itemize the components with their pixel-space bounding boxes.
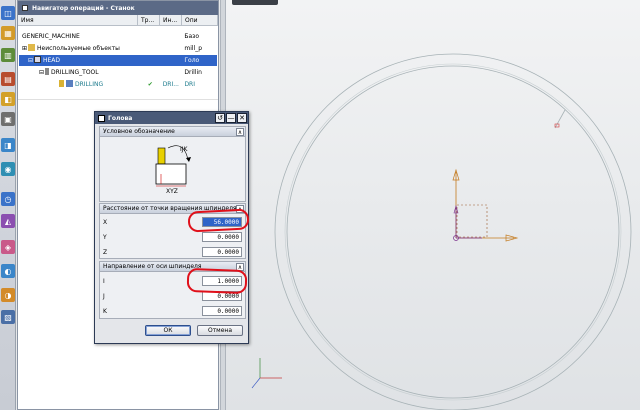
row-name: ⊟ DRILLING_TOOL bbox=[19, 67, 138, 78]
field-label: I bbox=[103, 277, 105, 285]
ok-button[interactable]: ОК bbox=[145, 325, 191, 336]
field-label: K bbox=[103, 307, 107, 315]
y-input[interactable] bbox=[202, 232, 242, 242]
row-tool bbox=[160, 31, 182, 42]
graphics-viewport[interactable] bbox=[220, 0, 640, 410]
tree-row-drilling-tool[interactable]: ⊟ DRILLING_TOOL Drillin bbox=[19, 67, 217, 78]
assembly-icon[interactable]: ▦ bbox=[1, 26, 15, 40]
row-path bbox=[138, 67, 160, 78]
palette-icon[interactable]: ◈ bbox=[1, 240, 15, 254]
roles-icon[interactable]: ◐ bbox=[1, 264, 15, 278]
column-path[interactable]: Тр... bbox=[138, 15, 160, 25]
head-icon bbox=[34, 56, 41, 63]
close-icon[interactable]: ✕ bbox=[237, 113, 247, 123]
head-body-shape bbox=[155, 163, 187, 185]
dialog-title: Голова bbox=[108, 114, 133, 122]
drilling-operation-icon bbox=[66, 80, 73, 87]
row-tool bbox=[160, 43, 182, 54]
row-name: GENERIC_MACHINE bbox=[22, 33, 80, 40]
navigator-title-bar: Навигатор операций - Станок bbox=[18, 1, 218, 15]
navigator-title: Навигатор операций - Станок bbox=[32, 4, 135, 12]
people-icon[interactable]: ◑ bbox=[1, 288, 15, 302]
program-order-icon[interactable]: ▤ bbox=[1, 72, 15, 86]
row-path bbox=[138, 31, 160, 42]
resource-toolbar: ◫ ▦ ▥ ▤ ◧ ▣ ◨ ◉ ◷ ◭ ◈ ◐ ◑ ▧ bbox=[0, 0, 16, 410]
column-name[interactable]: Имя bbox=[18, 15, 138, 25]
tree-row-drilling[interactable]: DRILLING ✔ DRI... DRI bbox=[19, 79, 217, 90]
row-path bbox=[138, 43, 160, 54]
section-title: Направление от оси шпинделя bbox=[103, 263, 202, 270]
annotation-circle-x bbox=[187, 208, 250, 233]
wcs-z-axis bbox=[251, 377, 261, 389]
annotation-circle-i bbox=[186, 267, 248, 295]
row-label: HEAD bbox=[43, 57, 61, 64]
method-icon[interactable]: ▣ bbox=[1, 112, 15, 126]
ring-notch bbox=[554, 109, 566, 129]
field-y: Y bbox=[103, 231, 242, 243]
dialog-window-controls: ↺ — ✕ bbox=[215, 113, 247, 123]
tool-holder-shape bbox=[157, 147, 166, 165]
row-desc: DRI bbox=[184, 81, 195, 88]
head-bounding-box bbox=[456, 204, 488, 238]
row-name: DRILLING bbox=[19, 79, 138, 90]
outer-ring-edge bbox=[274, 53, 632, 410]
reset-icon[interactable]: ↺ bbox=[215, 113, 225, 123]
process-icon[interactable]: ◭ bbox=[1, 214, 15, 228]
row-name: ⊟ HEAD bbox=[19, 55, 138, 66]
rotation-arrow-icon bbox=[186, 157, 191, 162]
section-header[interactable]: Условное обозначение ∧ bbox=[100, 127, 245, 137]
tool-view-icon[interactable]: ◨ bbox=[1, 138, 15, 152]
row-tool: DRI... bbox=[162, 81, 179, 88]
section-title: Условное обозначение bbox=[103, 128, 175, 135]
row-desc: Голо bbox=[184, 57, 200, 64]
row-desc: mill_p bbox=[184, 45, 202, 52]
minimize-icon[interactable]: — bbox=[226, 113, 236, 123]
field-label: X bbox=[103, 218, 108, 226]
row-label: DRILLING bbox=[75, 81, 104, 88]
cancel-button[interactable]: Отмена bbox=[197, 325, 243, 336]
row-desc: Базо bbox=[184, 33, 199, 40]
xyz-label: XYZ bbox=[166, 188, 178, 195]
status-check-icon: ✔ bbox=[147, 81, 153, 88]
tree-row-generic-machine[interactable]: GENERIC_MACHINE Базо bbox=[19, 31, 217, 42]
collapse-up-icon[interactable]: ∧ bbox=[236, 128, 244, 136]
tree-row-unused-items[interactable]: ⊞ Неиспользуемые объекты mill_p bbox=[19, 43, 217, 54]
navigator-icon[interactable]: ◫ bbox=[1, 6, 15, 20]
z-input[interactable] bbox=[202, 247, 242, 257]
geometry-icon[interactable]: ◧ bbox=[1, 92, 15, 106]
lock-icon bbox=[59, 80, 64, 87]
navigator-column-header: Имя Тр... Ин... Опи bbox=[18, 15, 218, 26]
ijk-label: IJK bbox=[180, 146, 189, 153]
column-description[interactable]: Опи bbox=[182, 15, 218, 25]
row-label: DRILLING_TOOL bbox=[51, 69, 99, 76]
head-symbol-diagram: IJK XYZ bbox=[155, 145, 191, 195]
row-label: Неиспользуемые объекты bbox=[37, 45, 120, 52]
history-icon[interactable]: ◷ bbox=[1, 192, 15, 206]
row-name: ⊞ Неиспользуемые объекты bbox=[19, 43, 138, 54]
field-label: J bbox=[103, 292, 105, 300]
tree-row-head[interactable]: ⊟ HEAD Голо bbox=[19, 55, 217, 66]
symbol-section: Условное обозначение ∧ IJK XYZ bbox=[99, 126, 246, 202]
system-icon[interactable]: ▧ bbox=[1, 310, 15, 324]
viewport-canvas bbox=[251, 53, 632, 410]
row-tool bbox=[160, 67, 182, 78]
inner-ring-edge bbox=[286, 65, 620, 399]
field-k: K bbox=[103, 305, 242, 317]
row-path bbox=[138, 55, 160, 66]
machine-tool-icon[interactable]: ▥ bbox=[1, 48, 15, 62]
field-label: Y bbox=[103, 233, 107, 241]
drill-tool-icon bbox=[45, 68, 49, 75]
dialog-app-icon bbox=[98, 114, 105, 122]
field-z: Z bbox=[103, 246, 242, 258]
column-tool[interactable]: Ин... bbox=[160, 15, 182, 25]
folder-icon bbox=[28, 44, 35, 51]
field-label: Z bbox=[103, 248, 108, 256]
row-tool bbox=[160, 55, 182, 66]
row-desc: Drillin bbox=[184, 69, 202, 76]
pin-icon[interactable] bbox=[22, 5, 28, 11]
k-input[interactable] bbox=[202, 306, 242, 316]
web-icon[interactable]: ◉ bbox=[1, 162, 15, 176]
